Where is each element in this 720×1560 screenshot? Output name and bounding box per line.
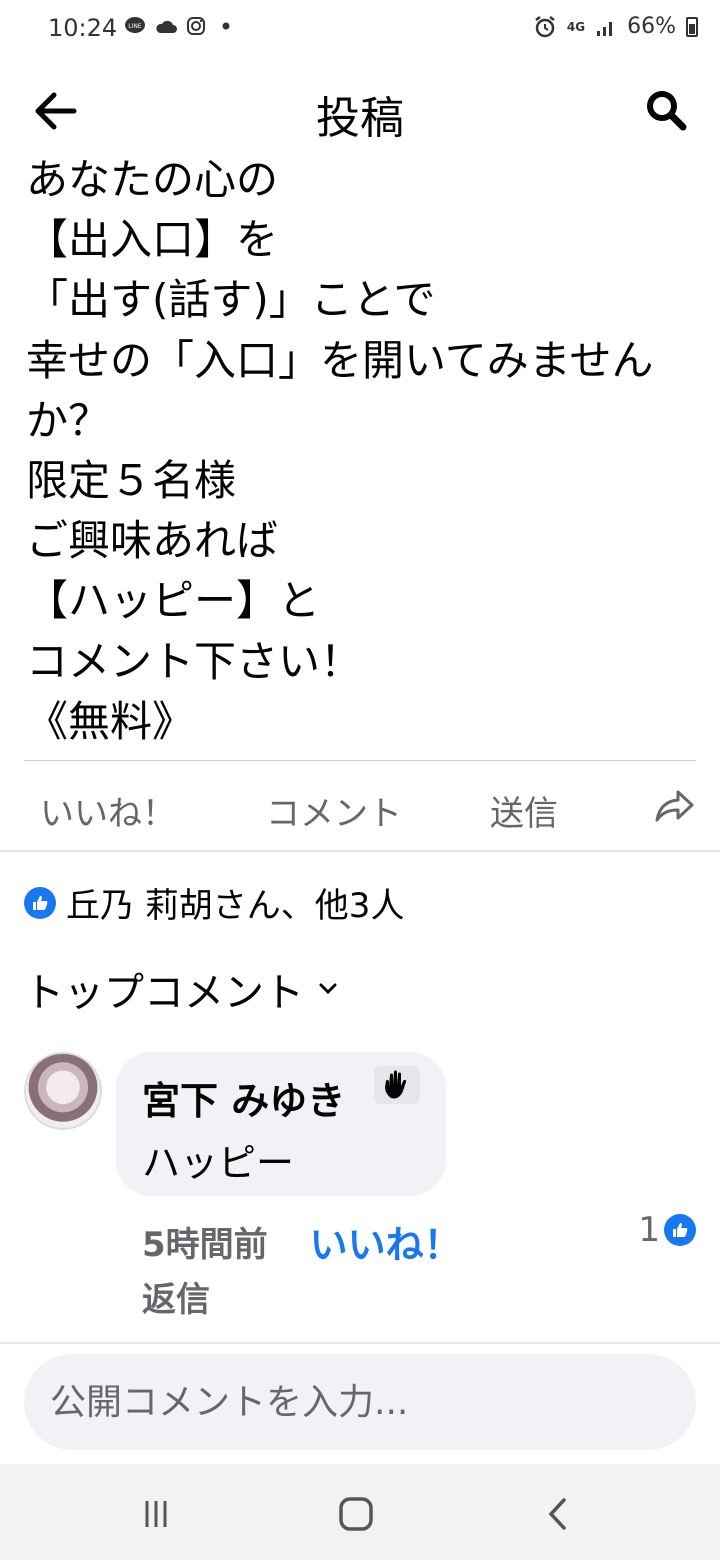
notification-icons: LINE	[124, 16, 234, 36]
thumbs-up-icon	[33, 895, 48, 910]
battery-icon	[686, 16, 698, 37]
like-reaction-icon	[24, 886, 56, 919]
search-icon	[647, 91, 687, 131]
comment-like-count[interactable]: 1	[638, 1210, 696, 1250]
post-actions: いいね！ コメント 送信	[0, 762, 720, 850]
battery-percent: 66%	[627, 14, 676, 39]
share-icon	[655, 790, 694, 822]
signal-icon	[597, 21, 613, 36]
thumbs-up-icon	[673, 1223, 688, 1237]
home-icon	[339, 1497, 373, 1531]
search-button[interactable]	[644, 88, 688, 132]
like-button[interactable]: いいね！	[40, 786, 176, 835]
comment-input[interactable]	[24, 1354, 696, 1450]
alarm-icon	[535, 15, 555, 37]
app-header: 投稿	[0, 68, 720, 158]
dot-icon	[222, 22, 230, 30]
home-button[interactable]	[334, 1492, 378, 1536]
status-bar: 10:24 LINE 4G 66%	[0, 0, 720, 62]
recent-apps-button[interactable]	[134, 1492, 178, 1536]
reactions-text: 丘乃 莉胡さん、他3人	[66, 886, 405, 926]
back-nav-button[interactable]	[536, 1492, 580, 1536]
comment-text: ハッピー	[142, 1141, 295, 1185]
svg-text:LINE: LINE	[128, 23, 142, 30]
divider	[0, 850, 720, 852]
divider	[0, 1342, 720, 1344]
divider	[24, 760, 696, 761]
reactions-summary[interactable]: 丘乃 莉胡さん、他3人	[24, 878, 404, 927]
chevron-left-icon	[548, 1498, 566, 1530]
system-nav-bar	[0, 1464, 720, 1560]
comment-button[interactable]: コメント	[266, 786, 402, 835]
line-icon: LINE	[125, 17, 145, 33]
page-title: 投稿	[316, 93, 404, 144]
wave-icon	[374, 1066, 420, 1104]
post-text: あなたの心の 【出入口】を 「出す(話す)」ことで 幸せの「入口」を開いてみませ…	[26, 155, 654, 746]
instagram-icon	[187, 17, 205, 35]
chevron-down-icon	[319, 983, 337, 995]
comment-bubble[interactable]: 宮下 みゆき ハッピー	[116, 1052, 446, 1196]
comment-reply-button[interactable]: 返信	[142, 1272, 210, 1321]
status-time: 10:24	[48, 14, 118, 42]
network-type: 4G	[566, 19, 586, 34]
avatar[interactable]	[24, 1052, 102, 1130]
comment-meta: 5時間前 いいね！	[142, 1214, 462, 1269]
waving-hand-icon	[385, 1070, 407, 1099]
system-icons: 4G 66%	[533, 14, 698, 39]
recent-apps-icon	[145, 1501, 167, 1527]
share-button[interactable]	[654, 784, 696, 826]
comment-sort-dropdown[interactable]: トップコメント	[24, 960, 338, 1018]
cloud-icon	[156, 20, 177, 33]
comment-like-count-value: 1	[638, 1210, 660, 1250]
like-reaction-icon	[664, 1214, 696, 1246]
comment-time: 5時間前	[142, 1225, 268, 1265]
commenter-name[interactable]: 宮下 みゆき	[142, 1070, 345, 1125]
send-button[interactable]: 送信	[490, 786, 558, 835]
comment-sort-label: トップコメント	[24, 970, 304, 1016]
comment-like-button[interactable]: いいね！	[310, 1214, 462, 1269]
